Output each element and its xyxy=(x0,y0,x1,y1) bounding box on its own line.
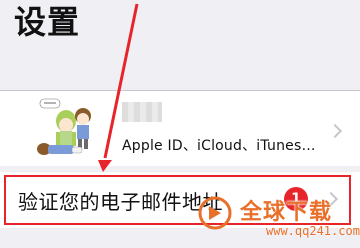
watermark-url: www.qq241.com xyxy=(266,224,360,238)
watermark-text: 全球下载 xyxy=(240,200,333,225)
watermark: 全球下载 www.qq241.com xyxy=(196,192,360,248)
watermark-logo-icon xyxy=(198,196,232,230)
apple-id-row[interactable]: Apple ID、iCloud、iTunes… xyxy=(0,90,360,166)
blurred-account-name xyxy=(122,102,162,122)
chevron-right-icon xyxy=(327,123,343,139)
page-title: 设置 xyxy=(14,3,81,41)
cartoon-avatar-icon xyxy=(37,98,91,155)
account-subtitle: Apple ID、iCloud、iTunes… xyxy=(122,138,316,154)
